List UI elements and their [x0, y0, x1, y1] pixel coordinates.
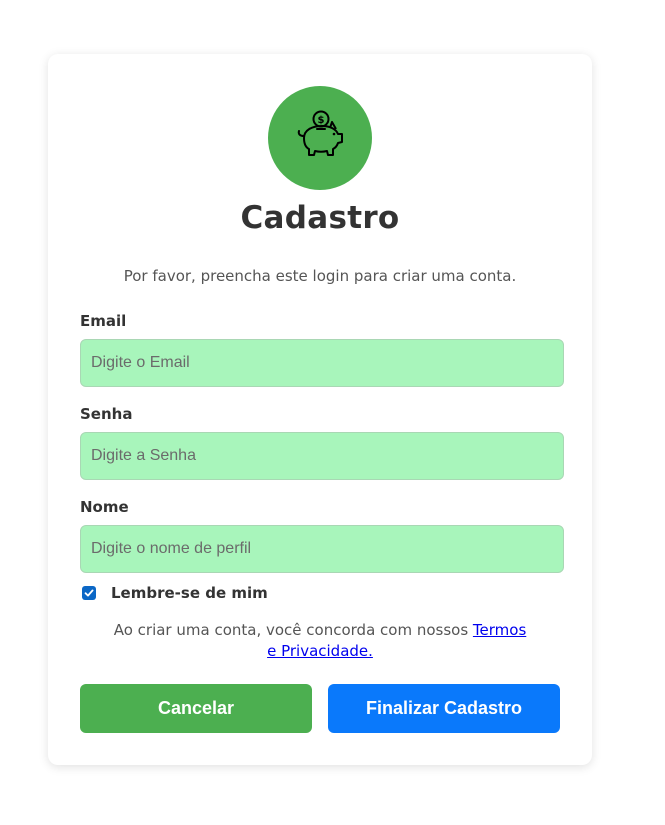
- password-label: Senha: [80, 405, 133, 423]
- password-field[interactable]: [80, 432, 564, 480]
- terms-text: Ao criar uma conta, você concorda com no…: [113, 621, 473, 639]
- email-label: Email: [80, 312, 127, 330]
- page-subtitle: Por favor, preencha este login para cria…: [123, 267, 517, 285]
- remember-me-checkbox[interactable]: [82, 586, 96, 600]
- email-field[interactable]: [80, 339, 564, 387]
- remember-me[interactable]: Lembre-se de mim: [82, 584, 268, 602]
- piggy-bank-icon: $: [292, 110, 348, 166]
- page-title: Cadastro: [240, 200, 400, 236]
- cancel-button[interactable]: Cancelar: [80, 684, 312, 733]
- profile-name-field[interactable]: [80, 525, 564, 573]
- remember-me-label: Lembre-se de mim: [111, 584, 268, 602]
- name-label: Nome: [80, 498, 129, 516]
- logo: $: [268, 86, 372, 190]
- finish-signup-button[interactable]: Finalizar Cadastro: [328, 684, 560, 733]
- terms-notice: Ao criar uma conta, você concorda com no…: [110, 620, 530, 662]
- signup-card: $ Cadastro Por favor, preencha este logi…: [48, 54, 592, 765]
- checkmark-icon: [84, 589, 94, 597]
- svg-text:$: $: [318, 115, 325, 126]
